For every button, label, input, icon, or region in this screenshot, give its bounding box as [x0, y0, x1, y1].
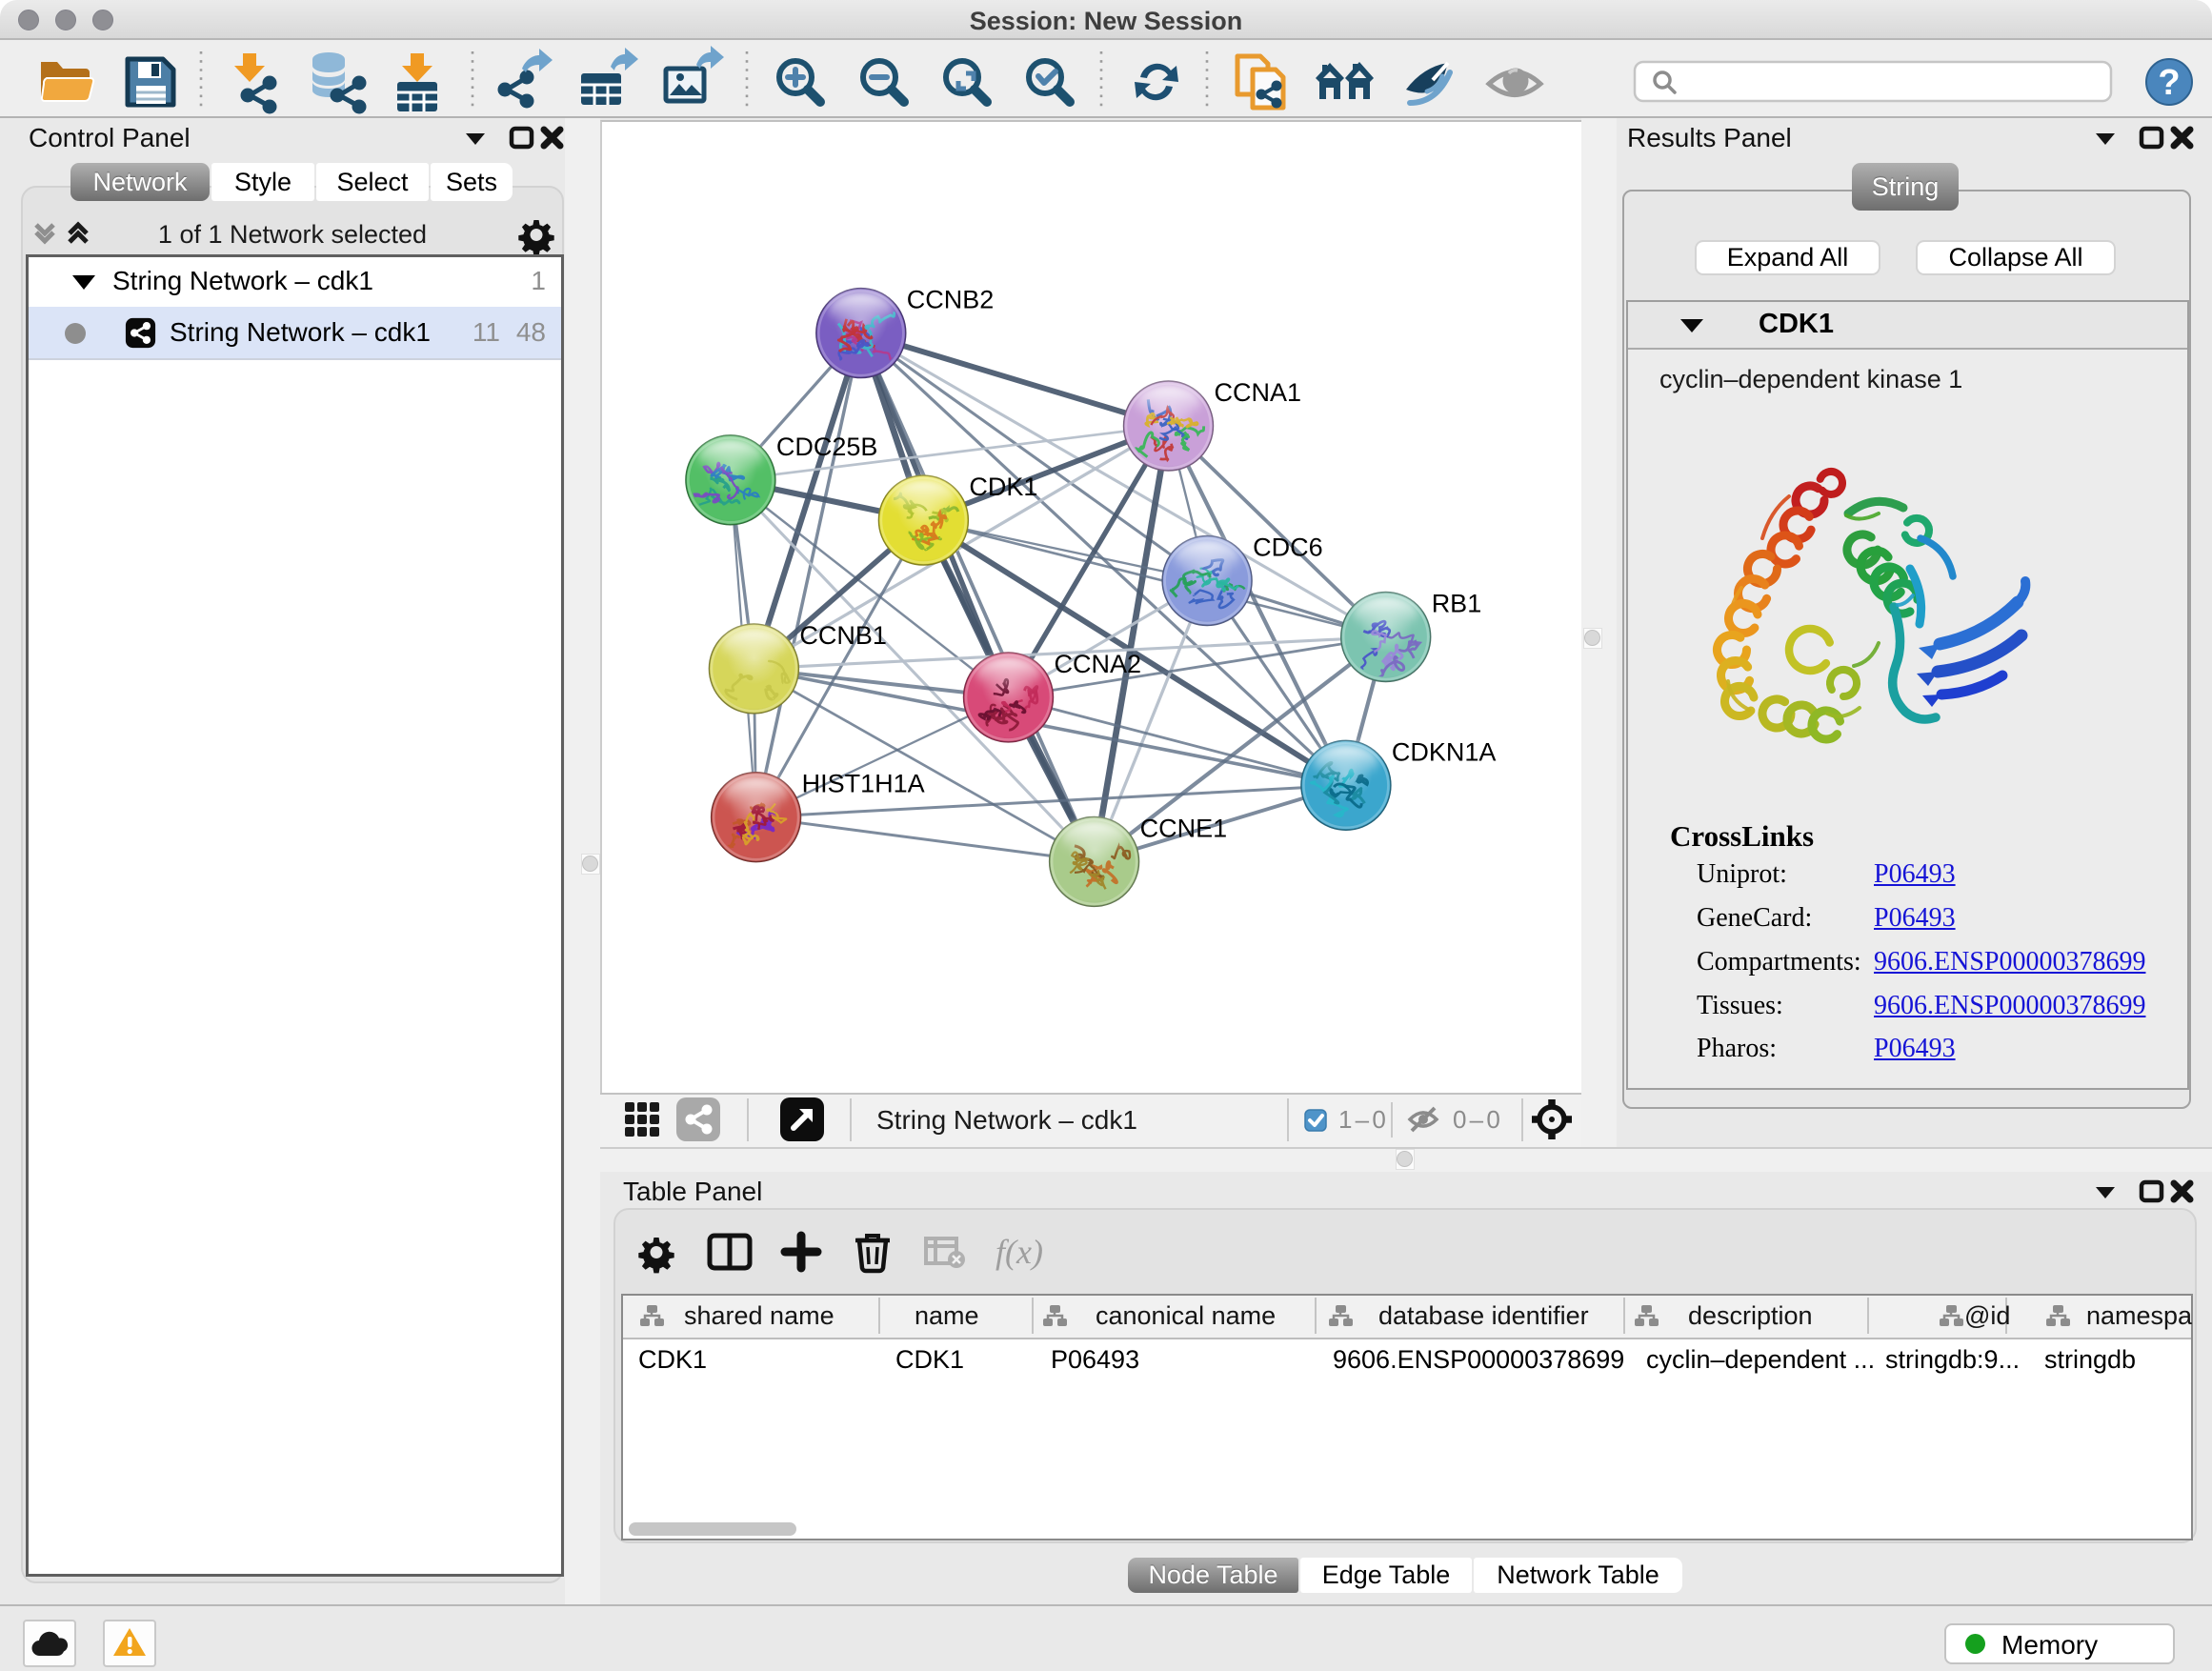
- svg-text:CDK1: CDK1: [638, 1345, 707, 1374]
- svg-text:CDC6: CDC6: [1253, 534, 1323, 562]
- svg-text:CCNE1: CCNE1: [1140, 814, 1228, 842]
- svg-text:CCNB2: CCNB2: [907, 286, 995, 314]
- svg-text:HIST1H1A: HIST1H1A: [802, 770, 925, 798]
- svg-text:CDK1: CDK1: [969, 473, 1037, 501]
- svg-text:9606.ENSP00000378699: 9606.ENSP00000378699: [1333, 1345, 1624, 1374]
- svg-text:?: ?: [2158, 63, 2180, 103]
- svg-text:CDC25B: CDC25B: [776, 433, 878, 461]
- svg-text:stringdb: stringdb: [2044, 1345, 2136, 1374]
- svg-text:namespac: namespac: [2086, 1301, 2193, 1330]
- svg-text:CCNA1: CCNA1: [1215, 378, 1302, 407]
- svg-text:RB1: RB1: [1432, 590, 1482, 618]
- svg-text:CCNA2: CCNA2: [1055, 650, 1142, 678]
- svg-text:String Network – cdk1: String Network – cdk1: [876, 1105, 1137, 1135]
- svg-text:shared name: shared name: [684, 1301, 835, 1330]
- svg-text:description: description: [1688, 1301, 1813, 1330]
- svg-text:1 – 0: 1 – 0: [1338, 1105, 1385, 1134]
- svg-text:database identifier: database identifier: [1378, 1301, 1589, 1330]
- svg-text:CCNB1: CCNB1: [799, 621, 887, 650]
- svg-text:name: name: [915, 1301, 979, 1330]
- svg-text:CDK1: CDK1: [895, 1345, 964, 1374]
- svg-text:P06493: P06493: [1051, 1345, 1139, 1374]
- svg-text:canonical name: canonical name: [1096, 1301, 1276, 1330]
- svg-text:CDKN1A: CDKN1A: [1392, 737, 1497, 766]
- svg-text:0 – 0: 0 – 0: [1453, 1105, 1499, 1134]
- svg-text:stringdb:9...: stringdb:9...: [1885, 1345, 2020, 1374]
- svg-text:@id: @id: [1964, 1301, 2010, 1330]
- svg-text:f(x): f(x): [995, 1233, 1043, 1271]
- svg-text:cyclin–dependent ...: cyclin–dependent ...: [1646, 1345, 1875, 1374]
